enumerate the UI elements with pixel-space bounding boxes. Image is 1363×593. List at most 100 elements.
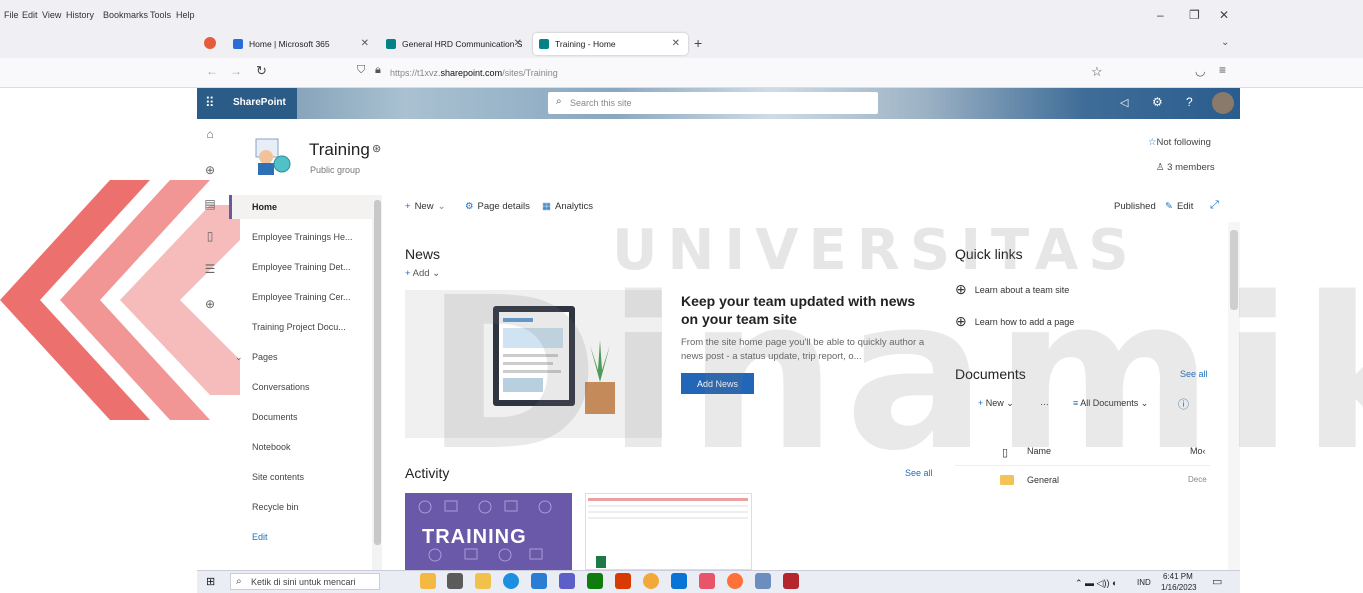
app-menu-icon[interactable]: ≡	[1219, 63, 1226, 77]
members-label: 3 members	[1167, 162, 1215, 173]
url-host: sharepoint.com	[440, 68, 503, 78]
nav-scroll-thumb[interactable]	[374, 200, 381, 545]
menu-help[interactable]: Help	[176, 10, 195, 20]
create-icon[interactable]: ⊕	[203, 297, 217, 311]
office-icon[interactable]	[615, 573, 631, 589]
new-tab-button[interactable]: +	[694, 35, 702, 51]
pocket-icon[interactable]: ◡	[1195, 64, 1205, 78]
nav-edit-link[interactable]: Edit	[252, 532, 268, 542]
tab-general-hrd[interactable]: General HRD Communication S ✕	[380, 33, 530, 55]
paint-icon[interactable]	[559, 573, 575, 589]
avatar[interactable]	[1212, 92, 1234, 114]
menu-edit[interactable]: Edit	[22, 10, 38, 20]
restore-button[interactable]: ❐	[1189, 8, 1200, 22]
tab-training-home[interactable]: Training - Home ✕	[533, 33, 688, 55]
chevron-down-icon[interactable]: ⌄	[235, 352, 243, 363]
nav-employee-training-det[interactable]: Employee Training Det...	[252, 262, 351, 272]
app-icon[interactable]	[755, 573, 771, 589]
file-icon[interactable]: ▯	[203, 229, 217, 243]
address-bar[interactable]: https://t1xvz. sharepoint.com/sites/Train…	[390, 63, 558, 83]
menu-file[interactable]: File	[4, 10, 19, 20]
nav-conversations[interactable]: Conversations	[252, 382, 310, 392]
new-button[interactable]: + New ⌄	[405, 201, 446, 212]
activity-card-spreadsheet[interactable]	[585, 493, 752, 570]
nav-site-contents[interactable]: Site contents	[252, 472, 304, 482]
globe-icon[interactable]: ⊕	[203, 163, 217, 177]
firefox-icon[interactable]	[727, 573, 743, 589]
clock-time[interactable]: 6:41 PM	[1163, 572, 1193, 581]
nav-recycle-bin[interactable]: Recycle bin	[252, 502, 299, 512]
nav-notebook[interactable]: Notebook	[252, 442, 291, 452]
settings-gear-icon[interactable]: ⚙	[1152, 95, 1163, 109]
app-launcher-icon[interactable]: ⠿	[205, 95, 215, 111]
nav-training-project-docu[interactable]: Training Project Docu...	[252, 322, 346, 332]
site-title: Training	[309, 140, 370, 159]
tab-microsoft365[interactable]: Home | Microsoft 365 ✕	[227, 33, 377, 55]
close-window-button[interactable]: ✕	[1219, 8, 1229, 22]
store-icon[interactable]	[531, 573, 547, 589]
follow-label: Not following	[1156, 137, 1211, 148]
nav-documents[interactable]: Documents	[252, 412, 298, 422]
tray-icons[interactable]: ⌃ ▬ ◁)) ◐	[1075, 578, 1117, 589]
url-prefix: https://t1xvz.	[390, 68, 441, 78]
clock-date[interactable]: 1/16/2023	[1161, 583, 1197, 592]
menu-view[interactable]: View	[42, 10, 61, 20]
bookmark-star-icon[interactable]: ☆	[1091, 64, 1103, 80]
url-path: /sites/Training	[502, 68, 558, 78]
help-icon[interactable]: ?	[1186, 95, 1193, 109]
new-label: New	[414, 201, 434, 212]
menu-tools[interactable]: Tools	[150, 10, 171, 20]
notifications-icon[interactable]: ▭	[1212, 575, 1222, 588]
menu-bookmarks[interactable]: Bookmarks	[103, 10, 148, 20]
published-status: Published	[1114, 201, 1156, 212]
shield-icon[interactable]: ⛉	[357, 64, 365, 77]
taskbar-search-placeholder: Ketik di sini untuk mencari	[251, 576, 356, 587]
nav-selected-indicator	[229, 195, 372, 219]
xbox-icon[interactable]	[587, 573, 603, 589]
back-icon[interactable]: ←	[206, 64, 218, 78]
site-search-input[interactable]: ⌕ Search this site	[548, 92, 878, 114]
close-tab-icon[interactable]: ✕	[514, 38, 522, 49]
edit-page-button[interactable]: ✎ Edit	[1165, 201, 1193, 212]
analytics-icon: ▦	[542, 201, 551, 212]
menu-history[interactable]: History	[66, 10, 94, 20]
nav-pages[interactable]: Pages	[252, 352, 278, 362]
edge-icon[interactable]	[503, 573, 519, 589]
word-icon[interactable]	[671, 573, 687, 589]
language-indicator[interactable]: IND	[1137, 578, 1151, 587]
nav-employee-trainings-he[interactable]: Employee Trainings He...	[252, 232, 353, 242]
tab-list-icon[interactable]: ⌄	[1221, 37, 1229, 48]
follow-button[interactable]: ☆Not following	[1148, 137, 1211, 148]
news-icon[interactable]: ▤	[203, 197, 217, 211]
windows-start-icon[interactable]: ⊞	[206, 575, 215, 588]
analytics-label: Analytics	[554, 201, 593, 212]
file-explorer-icon[interactable]	[475, 573, 491, 589]
app-icon[interactable]	[699, 573, 715, 589]
reload-icon[interactable]: ↻	[256, 63, 267, 79]
page-details-button[interactable]: ⚙ Page details	[465, 201, 530, 212]
taskbar-search-input[interactable]: ⌕ Ketik di sini untuk mencari	[230, 573, 380, 590]
chevron-down-icon: ⌄	[437, 201, 446, 212]
minimize-button[interactable]: –	[1157, 8, 1164, 22]
close-tab-icon[interactable]: ✕	[672, 38, 680, 49]
lists-icon[interactable]: ☰	[203, 262, 217, 276]
task-view-icon[interactable]	[447, 573, 463, 589]
site-subtitle: Public group	[310, 165, 361, 175]
tab-label: General HRD Communication S	[402, 39, 523, 49]
home-icon[interactable]: ⌂	[203, 127, 217, 141]
app-icon[interactable]	[783, 573, 799, 589]
star-icon: ☆	[1148, 137, 1157, 148]
forward-icon[interactable]: →	[230, 64, 242, 78]
cortana-icon[interactable]	[420, 573, 436, 589]
nav-employee-training-cer[interactable]: Employee Training Cer...	[252, 292, 351, 302]
chrome-icon[interactable]	[643, 573, 659, 589]
firefox-view-icon[interactable]	[204, 37, 216, 49]
megaphone-icon[interactable]: ◁	[1120, 96, 1128, 109]
expand-icon[interactable]: ⤢	[1210, 199, 1219, 212]
members-button[interactable]: ♙ 3 members	[1156, 162, 1215, 173]
lock-icon[interactable]: 🔒︎	[375, 64, 381, 77]
nav-home[interactable]: Home	[252, 202, 277, 212]
sharepoint-app-name[interactable]: SharePoint	[233, 97, 286, 108]
analytics-button[interactable]: ▦ Analytics	[542, 201, 593, 212]
close-tab-icon[interactable]: ✕	[361, 38, 369, 49]
